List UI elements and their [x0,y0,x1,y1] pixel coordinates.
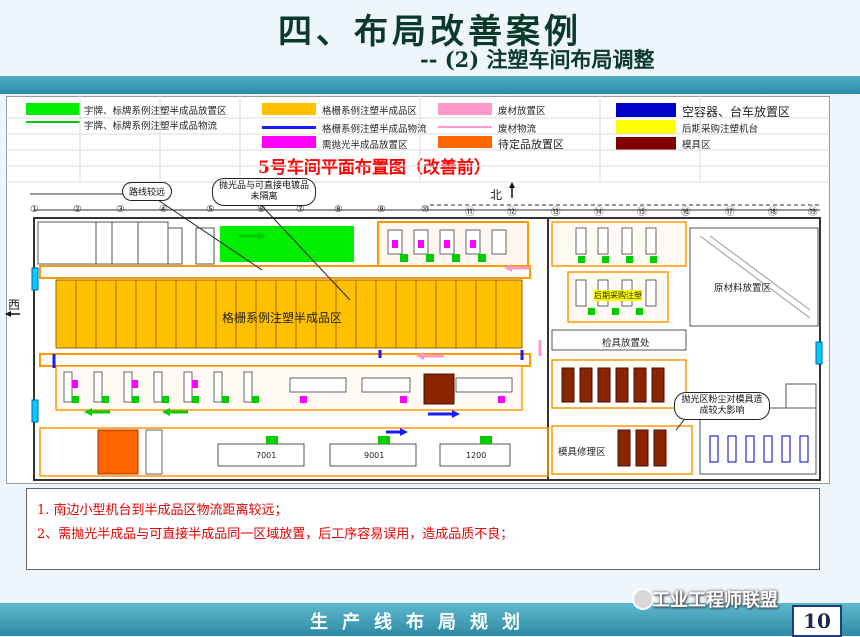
column-label: ④ [159,204,168,215]
column-label: ⑱ [768,207,778,218]
page-number: 10 [792,605,842,637]
watermark: 工业工程师联盟 [652,590,778,611]
column-label: ② [73,204,82,215]
pending-goods-area [97,429,139,475]
callout-inspect: 抛光区粉尘对模具造成较大影响 [674,392,770,420]
column-label: ⑬ [551,207,561,218]
machine-marker [480,436,492,444]
north-aisle [39,265,531,279]
column-label: ⑲ [808,207,818,218]
note-2: 2、需抛光半成品与可直接半成品同一区域放置，后工序容易误用，造成品质不良； [37,527,514,542]
north-label: 北 [490,188,503,202]
west-label: 西 [8,298,21,312]
column-label: ③ [116,204,125,215]
column-label: ⑪ [465,207,475,218]
column-label: ⑭ [594,207,604,218]
column-label: ⑨ [377,204,386,215]
column-label: ⑫ [507,207,517,218]
callout-distance: 路线较远 [122,182,173,201]
column-label: ⑧ [334,204,343,215]
column-label: ⑯ [681,207,691,218]
east-machines-label: 后期采购注塑 [594,290,642,301]
column-label: ⑤ [206,204,215,215]
callout-polish: 抛光品与可直接电镀品未隔离 [212,178,316,206]
footer-title: 生产线布局规划 [310,612,534,633]
column-label: ⑮ [637,207,647,218]
north-arrow-icon [509,182,515,198]
machine-marker [266,436,278,444]
mold-repair-label: 模具修理区 [558,447,606,458]
raw-material-label: 原材料放置区 [714,283,772,294]
note-1: 1. 南边小型机台到半成品区物流距离较远； [37,503,288,518]
machine-7001-label: 7001 [256,451,277,460]
office-rooms [37,221,215,265]
middle-aisle [39,353,531,367]
column-label: ① [30,204,39,215]
column-label: ⑩ [421,204,430,215]
inspection-tool-label: 检具放置处 [602,338,650,349]
machine-9001-label: 9001 [364,451,385,460]
east-machine-block [551,221,687,267]
notes-box: 1. 南边小型机台到半成品区物流距离较远； 2、需抛光半成品与可直接半成品同一区… [26,488,820,570]
bottom-room [145,429,163,475]
grille-area-label: 格栅系例注塑半成品区 [222,311,343,325]
column-label: ⑰ [725,207,735,218]
small-room [785,383,817,409]
machine-marker [378,436,390,444]
sheet-grid [6,96,828,183]
wechat-icon [632,588,654,610]
machine-1200-label: 1200 [466,451,487,460]
green-semi-finished-area [220,226,354,262]
